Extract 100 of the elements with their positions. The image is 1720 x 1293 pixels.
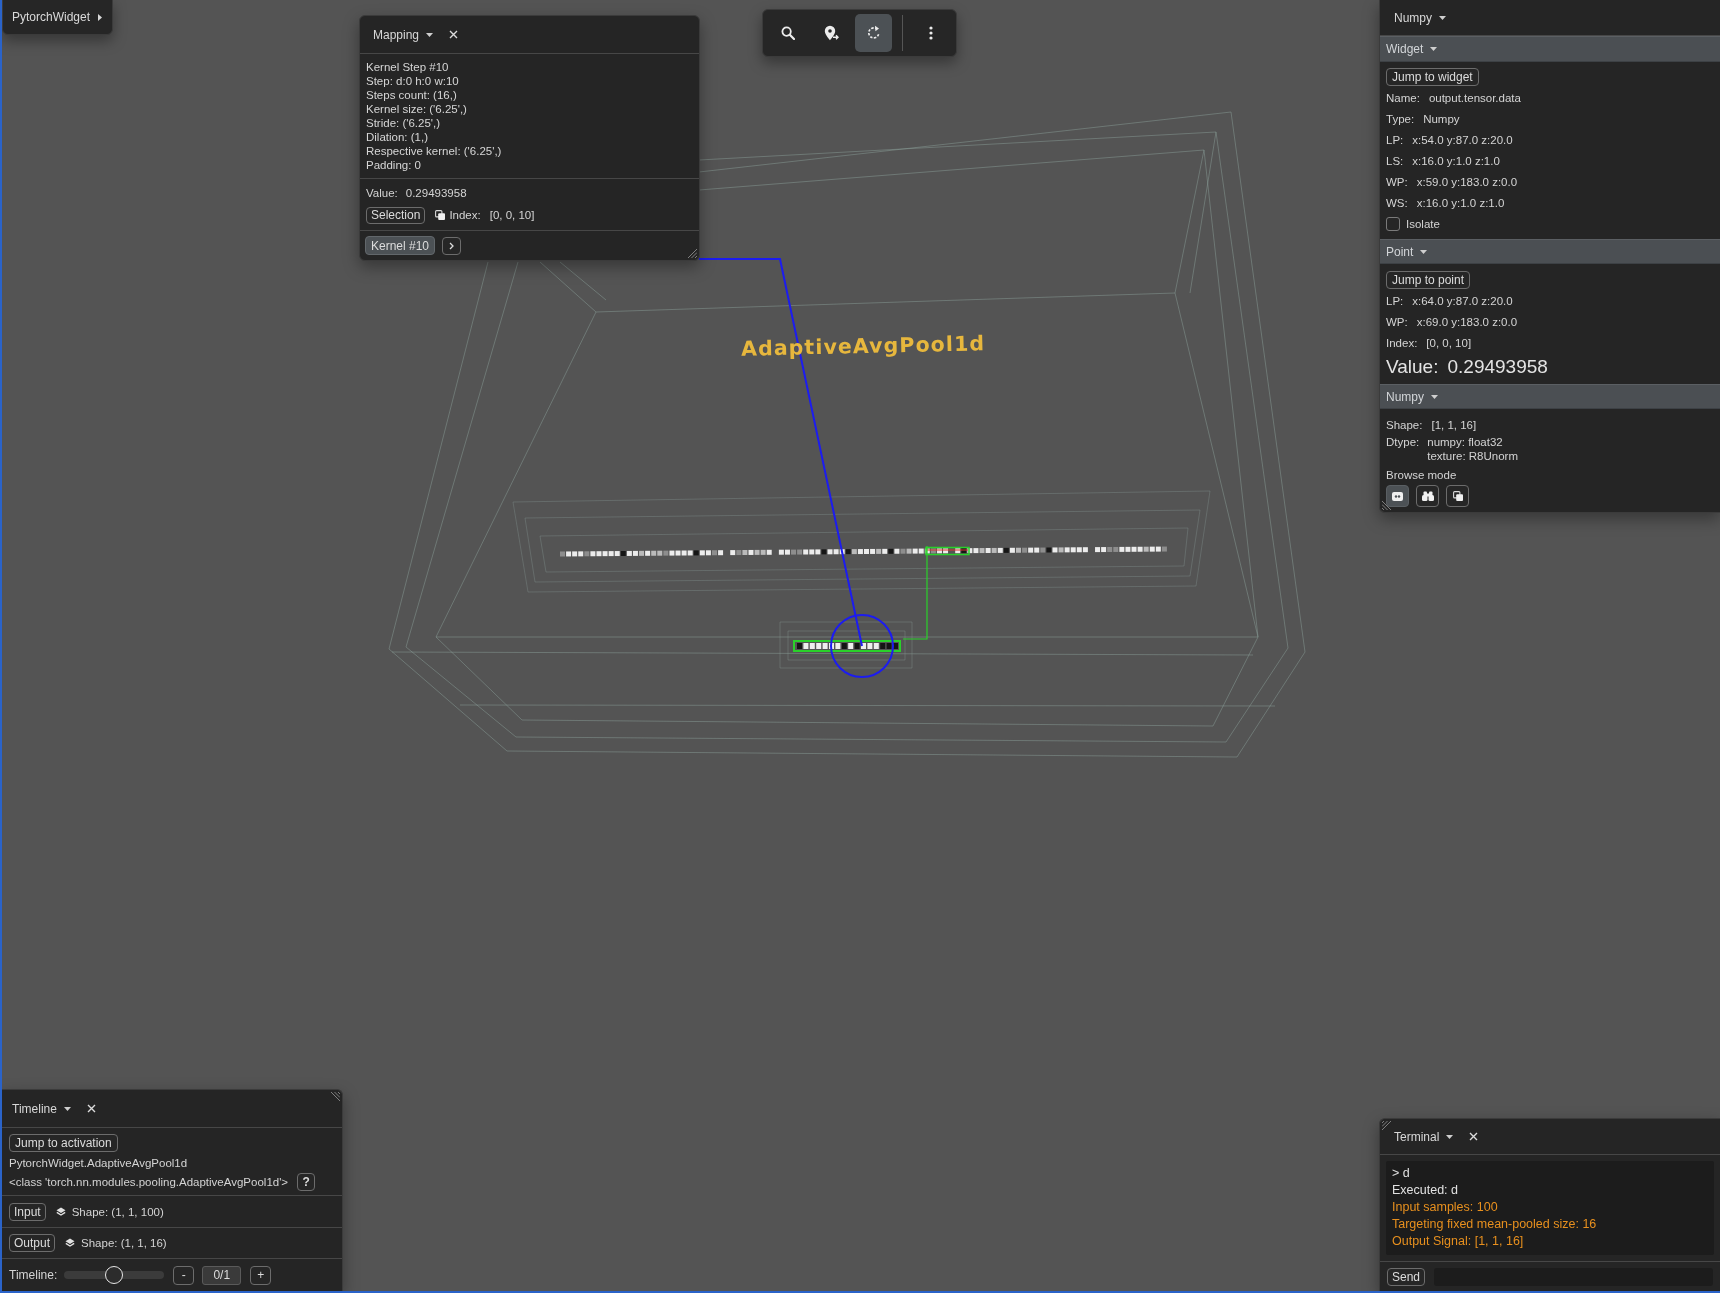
field-label: Type:	[1386, 111, 1415, 127]
slider-thumb[interactable]	[105, 1266, 124, 1284]
tensor-button[interactable]: Output	[9, 1234, 56, 1252]
copy-icon	[435, 210, 446, 220]
index-value: [0, 0, 10]	[489, 208, 535, 223]
field-value: Numpy	[1423, 111, 1460, 127]
section-title: Widget	[1386, 41, 1424, 57]
kernel-info-line: Steps count: (16,)	[366, 88, 458, 102]
step-forward-button[interactable]: +	[250, 1265, 272, 1285]
step-counter: 0/1	[202, 1265, 242, 1285]
field-label: Name:	[1386, 90, 1420, 106]
kernel-info-line: Stride: ('6.25',)	[366, 116, 442, 130]
kernel-info-line: Padding: 0	[366, 158, 422, 172]
kernel-info-line: Dilation: (1,)	[366, 130, 429, 144]
caret-down-icon	[63, 1106, 71, 1111]
section-title: Numpy	[1386, 388, 1424, 405]
terminal-line: Output Signal: [1, 1, 16]	[1392, 1233, 1525, 1250]
terminal-line: > d	[1392, 1165, 1411, 1182]
resize-grip-icon[interactable]	[330, 1092, 340, 1102]
panel-title: Timeline	[12, 1100, 57, 1117]
shape-text: Shape: (1, 1, 100)	[71, 1204, 164, 1220]
field-label: Index:	[1386, 335, 1418, 351]
chevron-right-icon	[449, 241, 455, 250]
kernel-info-line: Kernel Step #10	[366, 60, 450, 74]
field-value: x:59.0 y:183.0 z:0.0	[1416, 174, 1518, 190]
field-label: Shape:	[1386, 417, 1423, 433]
index-label: Index:	[449, 208, 481, 223]
search-icon	[780, 26, 795, 40]
rotate-button[interactable]	[855, 14, 892, 52]
field-label: LP:	[1386, 293, 1404, 309]
isolate-checkbox[interactable]	[1386, 216, 1400, 231]
close-icon[interactable]	[1469, 1132, 1479, 1141]
resize-grip-icon[interactable]	[1382, 500, 1392, 510]
jump-to-activation-button[interactable]: Jump to activation	[9, 1134, 118, 1152]
panel-title: Mapping	[373, 26, 420, 43]
field-label: Dtype:	[1386, 435, 1420, 450]
tile-icon	[1392, 491, 1403, 501]
caret-down-icon	[426, 32, 434, 37]
terminal-line: Executed: d	[1392, 1182, 1459, 1199]
close-icon[interactable]	[86, 1104, 96, 1113]
kernel-info-line: Step: d:0 h:0 w:10	[366, 74, 460, 88]
close-icon[interactable]	[449, 30, 459, 39]
layers-icon	[55, 1206, 66, 1217]
jump-to-widget-button[interactable]: Jump to widget	[1386, 67, 1479, 86]
panel-title: Numpy	[1394, 9, 1432, 26]
kernel-button[interactable]: Kernel #10	[365, 236, 436, 255]
panel-title: Terminal	[1394, 1128, 1440, 1145]
field-value: x:16.0 y:1.0 z:1.0	[1416, 195, 1505, 211]
slider-label: Timeline:	[9, 1267, 58, 1283]
class-name: <class 'torch.nn.modules.pooling.AdaptiveAvgPool1d'>	[9, 1175, 289, 1190]
field-value: output.tensor.data	[1428, 90, 1521, 106]
step-back-button[interactable]: -	[173, 1265, 195, 1285]
app-menu-button[interactable]: PytorchWidget	[2, 0, 113, 35]
field-label: WS:	[1386, 195, 1408, 211]
field-value: [0, 0, 10]	[1426, 335, 1472, 351]
field-value: texture: R8Unorm	[1427, 449, 1518, 463]
field-value: [1, 1, 16]	[1431, 417, 1477, 433]
kernel-info-line: Kernel size: ('6.25',)	[366, 102, 468, 116]
value-label: Value:	[366, 186, 398, 201]
pin-icon	[822, 25, 839, 41]
layers-icon	[65, 1238, 76, 1248]
section-title: Point	[1386, 243, 1414, 260]
value-text: 0.29493958	[405, 186, 467, 201]
tile-mode-button[interactable]	[1386, 485, 1409, 507]
send-button[interactable]: Send	[1387, 1267, 1426, 1286]
binoculars-icon	[1421, 491, 1434, 501]
value-text: 0.29493958	[1447, 355, 1548, 379]
resize-grip-icon[interactable]	[687, 248, 697, 258]
selection-button[interactable]: Selection	[366, 206, 426, 224]
terminal-line: Input samples: 100	[1392, 1199, 1499, 1216]
copy-icon	[1452, 491, 1463, 501]
next-button[interactable]	[442, 236, 462, 255]
caret-down-icon	[1439, 15, 1446, 20]
checkbox-label: Isolate	[1406, 216, 1440, 232]
help-button[interactable]: ?	[297, 1173, 316, 1191]
module-name: PytorchWidget.AdaptiveAvgPool1d	[9, 1155, 188, 1171]
caret-down-icon	[1420, 249, 1428, 254]
field-label: WP:	[1386, 174, 1408, 190]
field-label: LP:	[1386, 132, 1404, 148]
browse-mode-label: Browse mode	[1386, 468, 1457, 483]
terminal-line: Targeting fixed mean-pooled size: 16	[1392, 1216, 1598, 1233]
field-value: x:16.0 y:1.0 z:1.0	[1412, 153, 1500, 169]
tensor-button[interactable]: Input	[9, 1202, 46, 1221]
field-label: WP:	[1386, 314, 1408, 330]
field-value: x:54.0 y:87.0 z:20.0	[1412, 132, 1513, 148]
field-value: x:64.0 y:87.0 z:20.0	[1412, 293, 1513, 309]
caret-down-icon	[1430, 47, 1438, 51]
field-value: x:69.0 y:183.0 z:0.0	[1416, 314, 1518, 330]
jump-to-point-button[interactable]: Jump to point	[1386, 270, 1471, 289]
field-value: numpy: float32	[1427, 435, 1504, 449]
field-label: LS:	[1386, 153, 1404, 169]
copy-mode-button[interactable]	[1446, 485, 1469, 507]
rotate-icon	[865, 25, 882, 41]
caret-right-icon	[98, 13, 103, 21]
value-label: Value:	[1386, 355, 1439, 379]
resize-grip-icon[interactable]	[1382, 1121, 1392, 1131]
more-icon	[929, 26, 934, 40]
kernel-info-line: Respective kernel: ('6.25',)	[366, 144, 503, 158]
binoculars-mode-button[interactable]	[1416, 485, 1439, 507]
caret-down-icon	[1446, 1134, 1454, 1139]
